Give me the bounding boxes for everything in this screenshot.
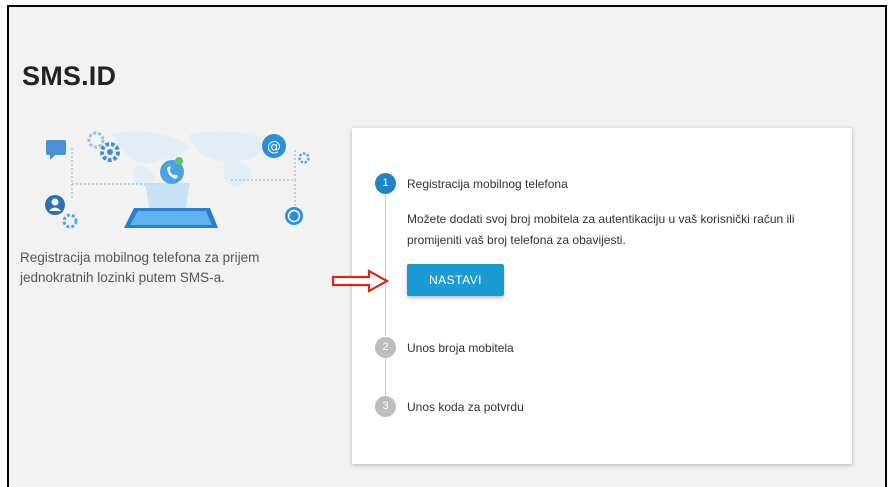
- step-2-badge: 2: [375, 337, 396, 358]
- user-icon: [45, 195, 65, 215]
- step-2-label: Unos broja mobitela: [407, 341, 514, 355]
- step-1-description: Možete dodati svoj broj mobitela za aute…: [407, 209, 827, 251]
- sms-illustration: @: [45, 131, 310, 229]
- page-title: SMS.ID: [22, 61, 117, 91]
- at-icon: @: [262, 134, 286, 158]
- step-1-description-line-1: Možete dodati svoj broj mobitela za aute…: [407, 212, 795, 226]
- registration-card: 1 Registracija mobilnog telefona Možete …: [352, 128, 852, 464]
- gear-icon-small: [62, 213, 78, 229]
- step-1-badge: 1: [375, 173, 396, 194]
- gear-icon-right: [298, 152, 310, 164]
- annotation-arrow-icon: [331, 269, 389, 293]
- svg-text:@: @: [267, 139, 281, 155]
- intro-line-2: jednokratnih lozinki putem SMS-a.: [20, 270, 225, 285]
- world-map-graphic: [112, 131, 262, 187]
- step-3-badge: 3: [375, 396, 396, 417]
- step-1-description-line-2: promijeniti vaš broj telefona za obavije…: [407, 233, 626, 247]
- chat-icon: [46, 140, 66, 160]
- support-24h-icon: [285, 207, 303, 225]
- step-3-label: Unos koda za potvrdu: [407, 400, 524, 414]
- step-1-label: Registracija mobilnog telefona: [407, 177, 568, 191]
- step-connector-line: [385, 358, 386, 396]
- intro-line-1: Registracija mobilnog telefona za prijem: [20, 250, 260, 265]
- step-connector-line: [385, 194, 386, 335]
- continue-button[interactable]: NASTAVI: [407, 264, 504, 296]
- intro-text: Registracija mobilnog telefona za prijem…: [20, 248, 290, 288]
